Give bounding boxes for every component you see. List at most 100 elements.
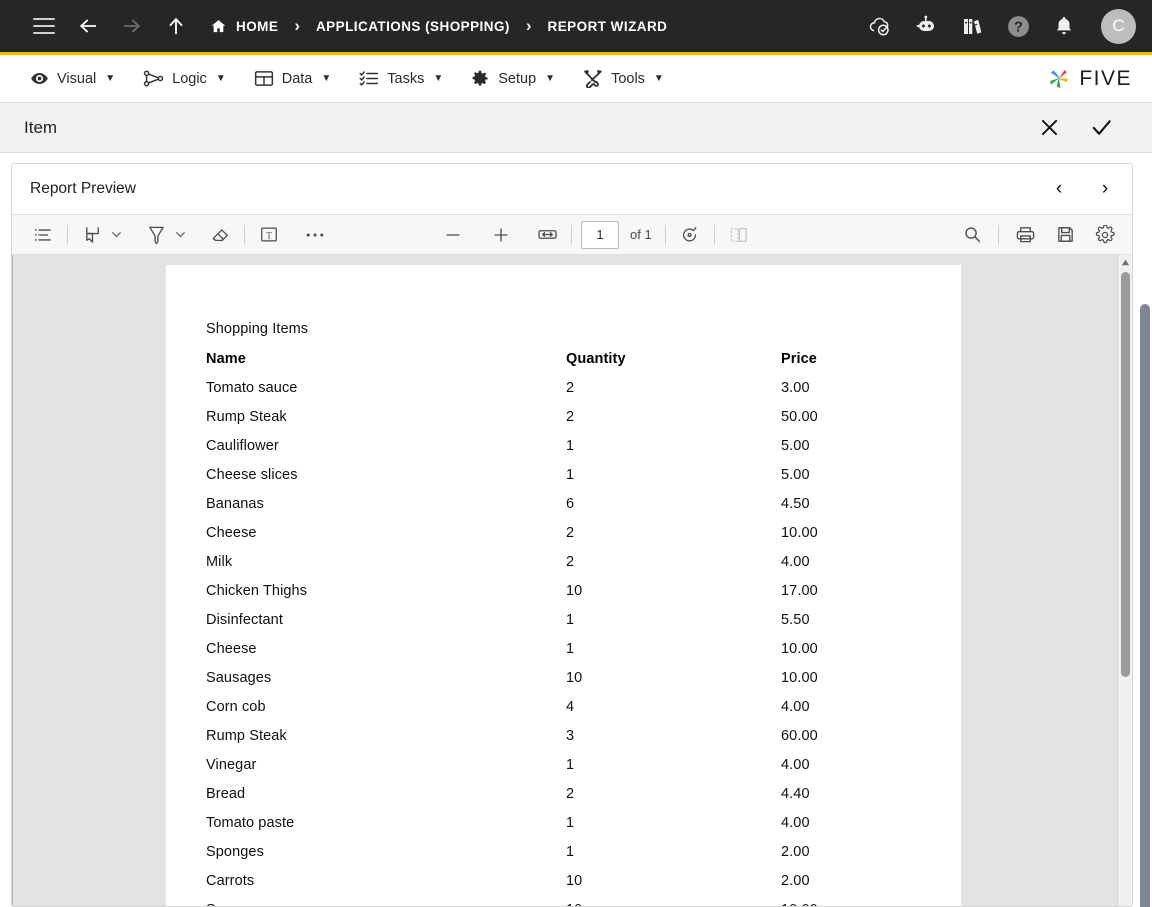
menu-visual[interactable]: Visual ▼ — [16, 55, 129, 102]
chevron-down-icon — [175, 231, 185, 238]
cell-price: 4.00 — [781, 554, 810, 570]
breadcrumb-item-home[interactable]: HOME — [210, 18, 278, 35]
report-preview-card: Report Preview ‹ › T 1 of 1 Shopping Ite… — [11, 163, 1133, 907]
page-scrollbar[interactable] — [1138, 302, 1152, 907]
menu-logic[interactable]: Logic ▼ — [129, 55, 240, 102]
text-box-button[interactable]: T — [254, 220, 284, 250]
report-preview-title: Report Preview — [30, 180, 136, 197]
close-icon — [1041, 119, 1057, 136]
application-menu-bar: Visual ▼ Logic ▼ Data ▼ Tasks ▼ Setup ▼ … — [0, 55, 1152, 103]
pen-button[interactable] — [141, 220, 171, 250]
menu-setup[interactable]: Setup ▼ — [457, 55, 569, 102]
cell-quantity: 1 — [566, 467, 575, 483]
books-icon — [964, 19, 982, 34]
top-navigation-bar: HOME › APPLICATIONS (SHOPPING) › REPORT … — [0, 0, 1152, 55]
cell-price: 2.00 — [781, 844, 810, 860]
home-icon — [210, 18, 227, 35]
fit-width-button[interactable] — [532, 220, 562, 250]
cell-quantity: 2 — [566, 525, 575, 541]
print-icon — [1016, 227, 1034, 243]
cell-price: 4.00 — [781, 757, 810, 773]
cell-price: 4.40 — [781, 786, 810, 802]
zoom-out-button[interactable] — [438, 220, 468, 250]
documentation-button[interactable] — [959, 13, 985, 39]
cell-quantity: 10 — [566, 583, 583, 599]
cell-name: Cheese — [206, 641, 257, 657]
table-row: Sponges 1 2.00 — [206, 844, 886, 873]
zoom-in-button[interactable] — [486, 220, 516, 250]
highlighter-options-button[interactable] — [107, 220, 125, 250]
cell-name: Bread — [206, 786, 246, 802]
breadcrumb-label-home: HOME — [236, 18, 279, 34]
cell-name: Rump Steak — [206, 728, 287, 744]
print-button[interactable] — [1010, 220, 1040, 250]
table-row: Bread 2 4.40 — [206, 786, 886, 815]
eraser-button[interactable] — [205, 220, 235, 250]
column-header-price: Price — [781, 351, 817, 367]
page-scrollbar-thumb[interactable] — [1140, 304, 1150, 907]
forward-button[interactable] — [110, 4, 154, 48]
cell-price: 50.00 — [781, 409, 818, 425]
outline-list-button[interactable] — [28, 220, 58, 250]
table-icon — [254, 69, 274, 88]
chat-bot-button[interactable] — [913, 13, 939, 39]
report-preview-header: Report Preview ‹ › — [12, 164, 1132, 215]
confirm-button[interactable] — [1088, 115, 1114, 141]
cell-price: 60.00 — [781, 728, 818, 744]
search-button[interactable] — [957, 220, 987, 250]
five-logo: FIVE — [1045, 65, 1132, 93]
check-icon — [1092, 120, 1111, 135]
document-scrollbar[interactable] — [1117, 255, 1132, 906]
table-row: Carrots 10 2.00 — [206, 873, 886, 902]
rotate-button[interactable] — [675, 220, 705, 250]
avatar[interactable]: C — [1101, 8, 1136, 44]
breadcrumb-item-report-wizard[interactable]: REPORT WIZARD — [548, 19, 668, 34]
close-button[interactable] — [1036, 115, 1062, 141]
scroll-up-button[interactable] — [1118, 255, 1132, 269]
zoom-out-icon — [446, 233, 460, 236]
table-row: Tomato paste 1 4.00 — [206, 815, 886, 844]
back-button[interactable] — [66, 4, 110, 48]
highlighter-button[interactable] — [77, 220, 107, 250]
chevron-down-icon: ▼ — [433, 73, 444, 84]
cell-quantity: 2 — [566, 380, 575, 396]
bell-icon — [1056, 17, 1072, 35]
menu-tools-label: Tools — [611, 70, 645, 87]
scroll-up-arrow-icon — [1121, 259, 1129, 265]
save-icon — [1057, 227, 1073, 242]
cell-quantity: 6 — [566, 496, 575, 512]
document-scrollbar-thumb[interactable] — [1121, 272, 1130, 677]
toolbar-divider — [571, 224, 572, 245]
next-record-button[interactable]: › — [1092, 176, 1118, 202]
main-menu-button[interactable] — [22, 4, 66, 48]
notifications-button[interactable] — [1051, 13, 1077, 39]
breadcrumb-item-applications[interactable]: APPLICATIONS (SHOPPING) — [316, 19, 510, 34]
menu-data[interactable]: Data ▼ — [240, 55, 346, 102]
search-icon — [964, 227, 980, 243]
logic-nodes-icon — [143, 69, 164, 88]
cell-quantity: 2 — [566, 409, 575, 425]
report-table: Name Quantity Price Tomato sauce 2 3.00 Rum… — [206, 351, 886, 906]
cell-price: 3.00 — [781, 380, 810, 396]
more-options-button[interactable] — [300, 220, 330, 250]
report-settings-button[interactable] — [1090, 220, 1120, 250]
cell-price: 10.00 — [781, 902, 886, 906]
page-number-input[interactable]: 1 — [581, 220, 619, 249]
menu-tasks[interactable]: Tasks ▼ — [345, 55, 457, 102]
svg-text:?: ? — [1014, 19, 1023, 35]
pen-icon — [148, 226, 164, 245]
pen-options-button[interactable] — [171, 220, 189, 250]
cell-price: 5.00 — [781, 438, 810, 454]
page-layout-button[interactable] — [724, 220, 754, 250]
up-button[interactable] — [154, 4, 198, 48]
rotate-icon — [682, 226, 697, 242]
toolbar-divider — [713, 224, 715, 245]
menu-visual-label: Visual — [57, 70, 97, 87]
previous-record-button[interactable]: ‹ — [1046, 176, 1072, 202]
cell-name: Tomato paste — [206, 815, 295, 831]
menu-tasks-label: Tasks — [387, 70, 425, 87]
save-button[interactable] — [1050, 220, 1080, 250]
help-button[interactable]: ? — [1005, 13, 1031, 39]
menu-tools[interactable]: Tools ▼ — [569, 55, 678, 102]
cloud-check-button[interactable] — [867, 13, 893, 39]
